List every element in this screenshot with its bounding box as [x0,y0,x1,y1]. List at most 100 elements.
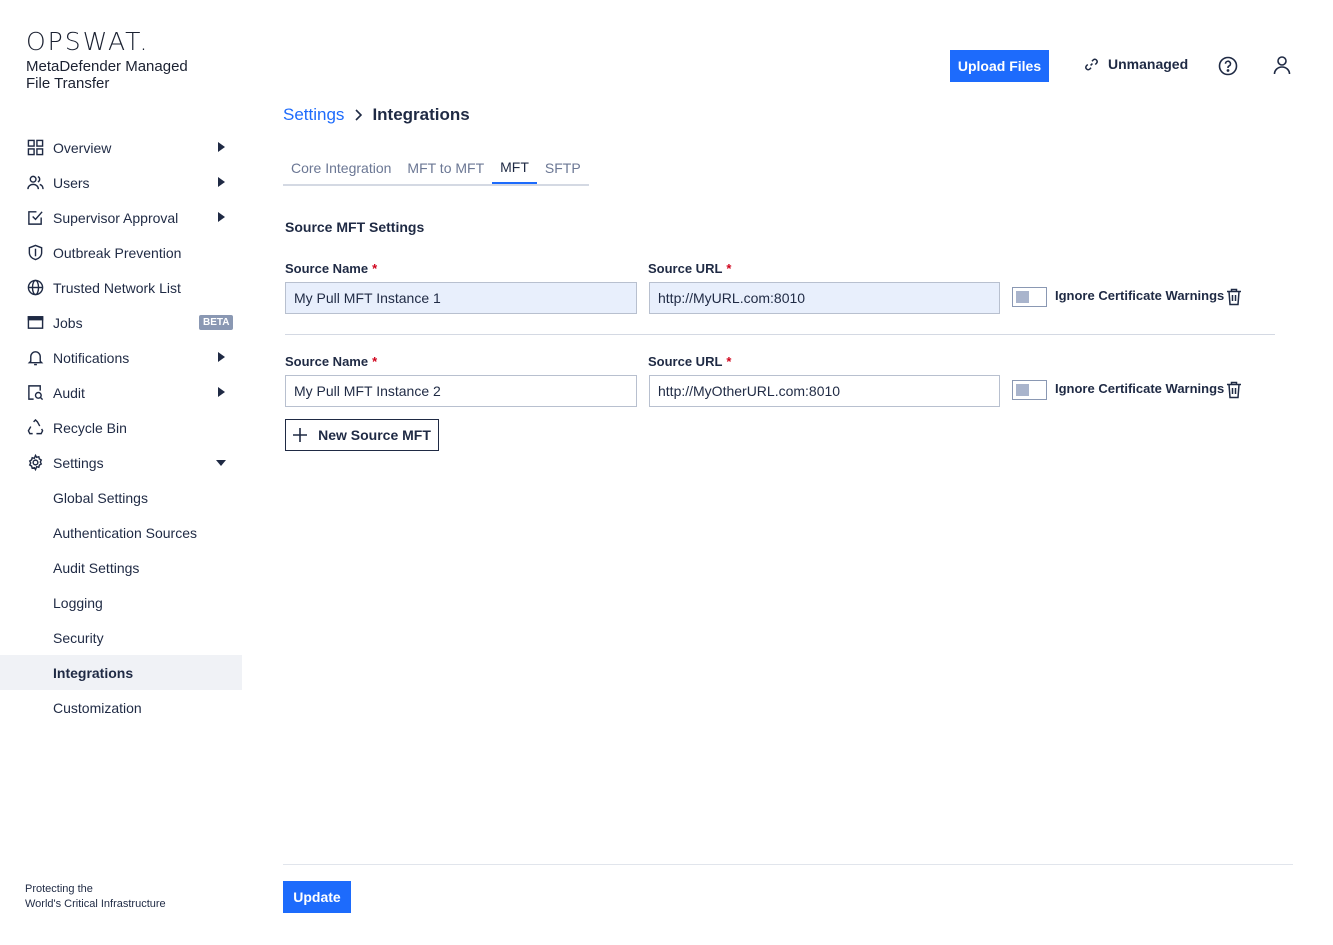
tab-sftp[interactable]: SFTP [537,152,589,184]
tagline: Protecting the World's Critical Infrastr… [25,882,166,912]
sidebar-item-settings[interactable]: Settings [0,445,242,480]
grid-icon [26,139,44,157]
plus-icon [293,428,308,442]
new-source-mft-button[interactable]: New Source MFT [285,419,439,451]
source-name-input-2[interactable] [285,375,637,407]
sidebar-item-jobs[interactable]: Jobs BETA [0,305,242,340]
sidebar-item-overview[interactable]: Overview [0,130,242,165]
sidebar-item-notifications[interactable]: Notifications [0,340,242,375]
gear-icon [26,454,44,472]
source-url-input-1[interactable] [649,282,1000,314]
sidebar: OPSWAT. MetaDefender Managed File Transf… [0,0,242,945]
trash-icon[interactable] [1226,381,1242,399]
bell-icon [26,349,44,367]
tagline-line2: World's Critical Infrastructure [25,898,166,910]
ignore-cert-toggle-2[interactable] [1012,380,1047,400]
brand: OPSWAT. MetaDefender Managed File Transf… [26,28,206,93]
beta-badge: BETA [199,315,234,330]
sidebar-subitem-customization[interactable]: Customization [0,690,242,725]
required-mark: * [372,261,378,276]
sidebar-item-label: Notifications [53,349,130,366]
tab-core-integration[interactable]: Core Integration [283,152,399,184]
required-mark: * [726,261,732,276]
help-icon[interactable] [1218,56,1238,76]
user-icon[interactable] [1272,55,1292,75]
integration-tabs: Core Integration MFT to MFT MFT SFTP [283,152,589,186]
source-url-input-2[interactable] [649,375,1000,407]
sidebar-item-label: Recycle Bin [53,419,127,436]
unmanaged-link[interactable]: Unmanaged [1084,56,1188,72]
breadcrumb-settings-link[interactable]: Settings [283,105,344,125]
source-name-label: Source Name * [285,354,377,369]
recycle-icon [26,419,44,437]
chevron-right-icon [218,387,225,397]
new-source-mft-label: New Source MFT [318,427,431,443]
label-text: Source URL [648,354,723,369]
sidebar-subitem-security[interactable]: Security [0,620,242,655]
required-mark: * [726,354,732,369]
chevron-right-icon [218,177,225,187]
sidebar-nav: Overview Users Supervisor Approval Outbr… [0,130,242,725]
sidebar-item-label: Overview [53,139,112,156]
label-text: Source Name [285,354,369,369]
ignore-cert-label: Ignore Certificate Warnings [1055,381,1225,396]
sidebar-item-audit[interactable]: Audit [0,375,242,410]
tagline-line1: Protecting the [25,883,93,895]
sidebar-item-label: Outbreak Prevention [53,244,182,261]
source-url-label: Source URL * [648,354,731,369]
shield-icon [26,244,44,262]
required-mark: * [372,354,378,369]
breadcrumb: Settings Integrations [283,105,470,125]
unmanaged-label: Unmanaged [1108,56,1189,72]
sidebar-item-supervisor-approval[interactable]: Supervisor Approval [0,200,242,235]
row-divider [285,334,1275,335]
opswat-logo[interactable]: OPSWAT. [26,28,206,56]
product-name: MetaDefender Managed File Transfer [26,58,206,92]
chevron-down-icon [216,460,226,466]
sidebar-item-recycle-bin[interactable]: Recycle Bin [0,410,242,445]
upload-files-button[interactable]: Upload Files [950,50,1049,82]
sidebar-item-label: Users [53,174,90,191]
chevron-right-icon [218,212,225,222]
sidebar-item-label: Jobs [53,314,83,331]
sidebar-item-users[interactable]: Users [0,165,242,200]
sidebar-item-label: Audit [53,384,85,401]
approval-check-icon [26,209,44,227]
trash-icon[interactable] [1226,288,1242,306]
sidebar-subitem-logging[interactable]: Logging [0,585,242,620]
users-icon [26,174,44,192]
sidebar-subitem-integrations[interactable]: Integrations [0,655,242,690]
toggle-knob [1016,291,1029,303]
sidebar-subitem-global-settings[interactable]: Global Settings [0,480,242,515]
sidebar-item-label: Settings [53,454,104,471]
label-text: Source Name [285,261,369,276]
sidebar-subitem-authentication-sources[interactable]: Authentication Sources [0,515,242,550]
globe-icon [26,279,44,297]
link-icon [1085,58,1098,70]
sidebar-item-label: Trusted Network List [53,279,181,296]
section-title: Source MFT Settings [285,219,425,235]
source-name-label: Source Name * [285,261,377,276]
audit-search-icon [26,384,44,402]
ignore-cert-toggle-1[interactable] [1012,287,1047,307]
sidebar-item-trusted-network-list[interactable]: Trusted Network List [0,270,242,305]
window-icon [26,314,44,332]
footer-divider [283,864,1293,865]
ignore-cert-label: Ignore Certificate Warnings [1055,288,1225,303]
toggle-knob [1016,384,1029,396]
label-text: Source URL [648,261,723,276]
update-button[interactable]: Update [283,881,351,913]
chevron-right-icon [355,109,363,121]
chevron-right-icon [218,142,225,152]
source-name-input-1[interactable] [285,282,637,314]
product-name-line1: MetaDefender Managed [26,58,188,75]
sidebar-item-label: Supervisor Approval [53,209,179,226]
tab-mft-to-mft[interactable]: MFT to MFT [399,152,492,184]
sidebar-item-outbreak-prevention[interactable]: Outbreak Prevention [0,235,242,270]
product-name-line2: File Transfer [26,75,110,92]
source-url-label: Source URL * [648,261,731,276]
sidebar-subitem-audit-settings[interactable]: Audit Settings [0,550,242,585]
tab-mft[interactable]: MFT [492,152,537,184]
page-title: Integrations [372,105,470,124]
chevron-right-icon [218,352,225,362]
